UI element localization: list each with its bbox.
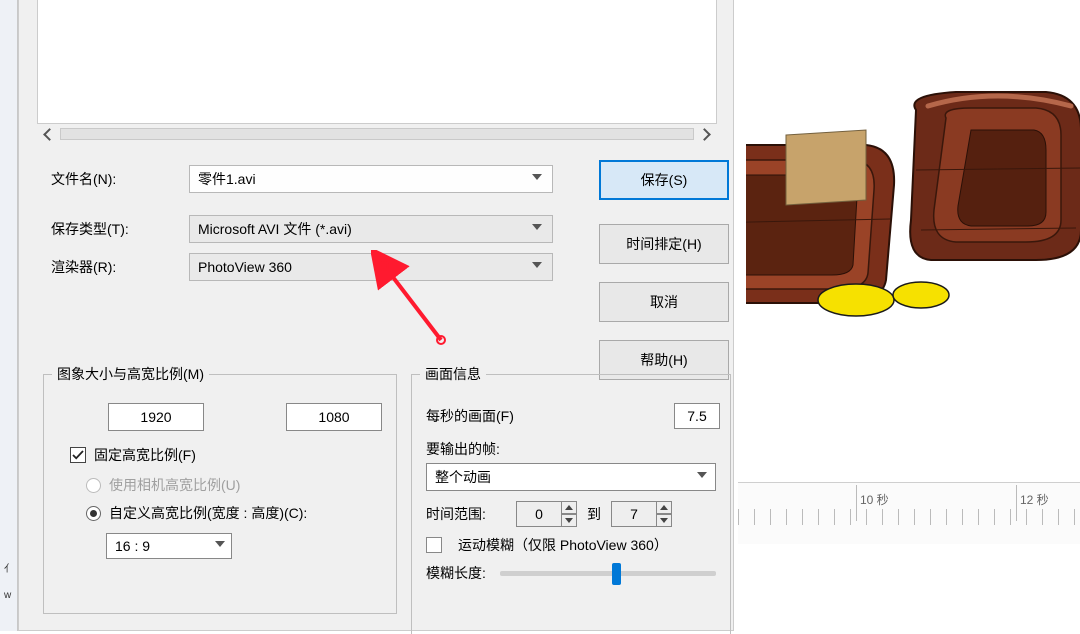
scroll-left-icon[interactable] <box>43 128 56 141</box>
time-from-spinner[interactable] <box>516 501 577 527</box>
chevron-down-icon <box>215 541 225 547</box>
filename-combo[interactable]: 零件1.avi <box>189 165 553 193</box>
scroll-right-icon[interactable] <box>698 128 711 141</box>
save-animation-dialog: 文件名(N): 零件1.avi 保存类型(T): Microsoft AVI 文… <box>18 0 734 631</box>
image-size-group: 图象大小与高宽比例(M) 固定高宽比例(F) 使用相机高宽比例(U) 自定义高宽… <box>43 374 397 614</box>
fps-input[interactable] <box>674 403 720 429</box>
ratio-value: 16 : 9 <box>115 538 150 554</box>
image-size-legend: 图象大小与高宽比例(M) <box>52 364 209 384</box>
savetype-label: 保存类型(T): <box>51 219 189 239</box>
row-renderer: 渲染器(R): PhotoView 360 <box>51 250 553 284</box>
use-camera-label: 使用相机高宽比例(U) <box>109 475 240 495</box>
renderer-combo[interactable]: PhotoView 360 <box>189 253 553 281</box>
slider-thumb[interactable] <box>612 563 621 585</box>
filename-label: 文件名(N): <box>51 169 189 189</box>
app-left-sliver: 亻 w <box>0 0 18 631</box>
blur-length-slider[interactable] <box>500 571 716 576</box>
timeline-label-10s: 10 秒 <box>860 491 889 508</box>
chevron-down-icon <box>697 472 707 478</box>
lock-aspect-checkbox-row[interactable]: 固定高宽比例(F) <box>70 445 382 465</box>
preview-scrollbar[interactable] <box>39 124 715 144</box>
chevron-down-icon <box>532 174 542 180</box>
schedule-button[interactable]: 时间排定(H) <box>599 224 729 264</box>
time-to-spinner[interactable] <box>611 501 672 527</box>
frame-info-group: 画面信息 每秒的画面(F) 要输出的帧: 整个动画 时间范围: 到 <box>411 374 731 634</box>
sliver-char-2: w <box>4 590 11 601</box>
preview-panel <box>37 0 717 124</box>
model-3d-icon <box>746 50 1080 370</box>
time-to-label: 到 <box>587 504 601 524</box>
frames-out-combo[interactable]: 整个动画 <box>426 463 716 491</box>
time-from-input[interactable] <box>516 501 562 527</box>
motion-blur-checkbox[interactable] <box>426 537 442 553</box>
fps-label: 每秒的画面(F) <box>426 406 604 426</box>
cancel-button[interactable]: 取消 <box>599 282 729 322</box>
spin-up-icon[interactable] <box>561 501 577 514</box>
savetype-combo[interactable]: Microsoft AVI 文件 (*.avi) <box>189 215 553 243</box>
use-camera-radio-row: 使用相机高宽比例(U) <box>86 475 382 495</box>
frame-info-legend: 画面信息 <box>420 364 486 384</box>
save-button-label: 保存(S) <box>641 170 688 190</box>
save-button[interactable]: 保存(S) <box>599 160 729 200</box>
schedule-button-label: 时间排定(H) <box>626 234 701 254</box>
filename-value: 零件1.avi <box>198 169 256 189</box>
checkmark-icon <box>72 449 84 461</box>
motion-blur-checkbox-row[interactable]: 运动模糊（仅限 PhotoView 360） <box>426 535 720 555</box>
chevron-down-icon <box>532 262 542 268</box>
frames-out-label: 要输出的帧: <box>426 441 500 457</box>
chevron-down-icon <box>532 224 542 230</box>
model-viewport[interactable] <box>736 0 1080 480</box>
custom-ratio-radio[interactable] <box>86 506 101 521</box>
spin-down-icon[interactable] <box>561 514 577 527</box>
image-width-input[interactable] <box>108 403 204 431</box>
row-savetype: 保存类型(T): Microsoft AVI 文件 (*.avi) <box>51 212 553 246</box>
row-filename: 文件名(N): 零件1.avi <box>51 162 553 196</box>
image-height-input[interactable] <box>286 403 382 431</box>
cancel-button-label: 取消 <box>650 292 678 312</box>
time-range-label: 时间范围: <box>426 504 516 524</box>
scroll-track[interactable] <box>60 128 694 140</box>
renderer-value: PhotoView 360 <box>198 259 292 275</box>
blur-length-label: 模糊长度: <box>426 563 486 583</box>
custom-ratio-radio-row[interactable]: 自定义高宽比例(宽度 : 高度)(C): <box>86 503 382 523</box>
motion-blur-label: 运动模糊（仅限 PhotoView 360） <box>458 535 668 555</box>
use-camera-radio <box>86 478 101 493</box>
lock-aspect-checkbox[interactable] <box>70 447 86 463</box>
savetype-value: Microsoft AVI 文件 (*.avi) <box>198 219 352 239</box>
time-to-input[interactable] <box>611 501 657 527</box>
help-button-label: 帮助(H) <box>640 350 687 370</box>
timeline-minor-ticks <box>738 509 1080 525</box>
frames-out-value: 整个动画 <box>435 467 491 487</box>
spin-up-icon[interactable] <box>656 501 672 514</box>
renderer-label: 渲染器(R): <box>51 257 189 277</box>
timeline[interactable]: 10 秒 12 秒 <box>738 482 1080 544</box>
timeline-label-12s: 12 秒 <box>1020 491 1049 508</box>
spin-down-icon[interactable] <box>656 514 672 527</box>
lock-aspect-label: 固定高宽比例(F) <box>94 445 196 465</box>
ratio-combo[interactable]: 16 : 9 <box>106 533 232 559</box>
custom-ratio-label: 自定义高宽比例(宽度 : 高度)(C): <box>109 503 307 523</box>
sliver-char-1: 亻 <box>4 560 14 575</box>
